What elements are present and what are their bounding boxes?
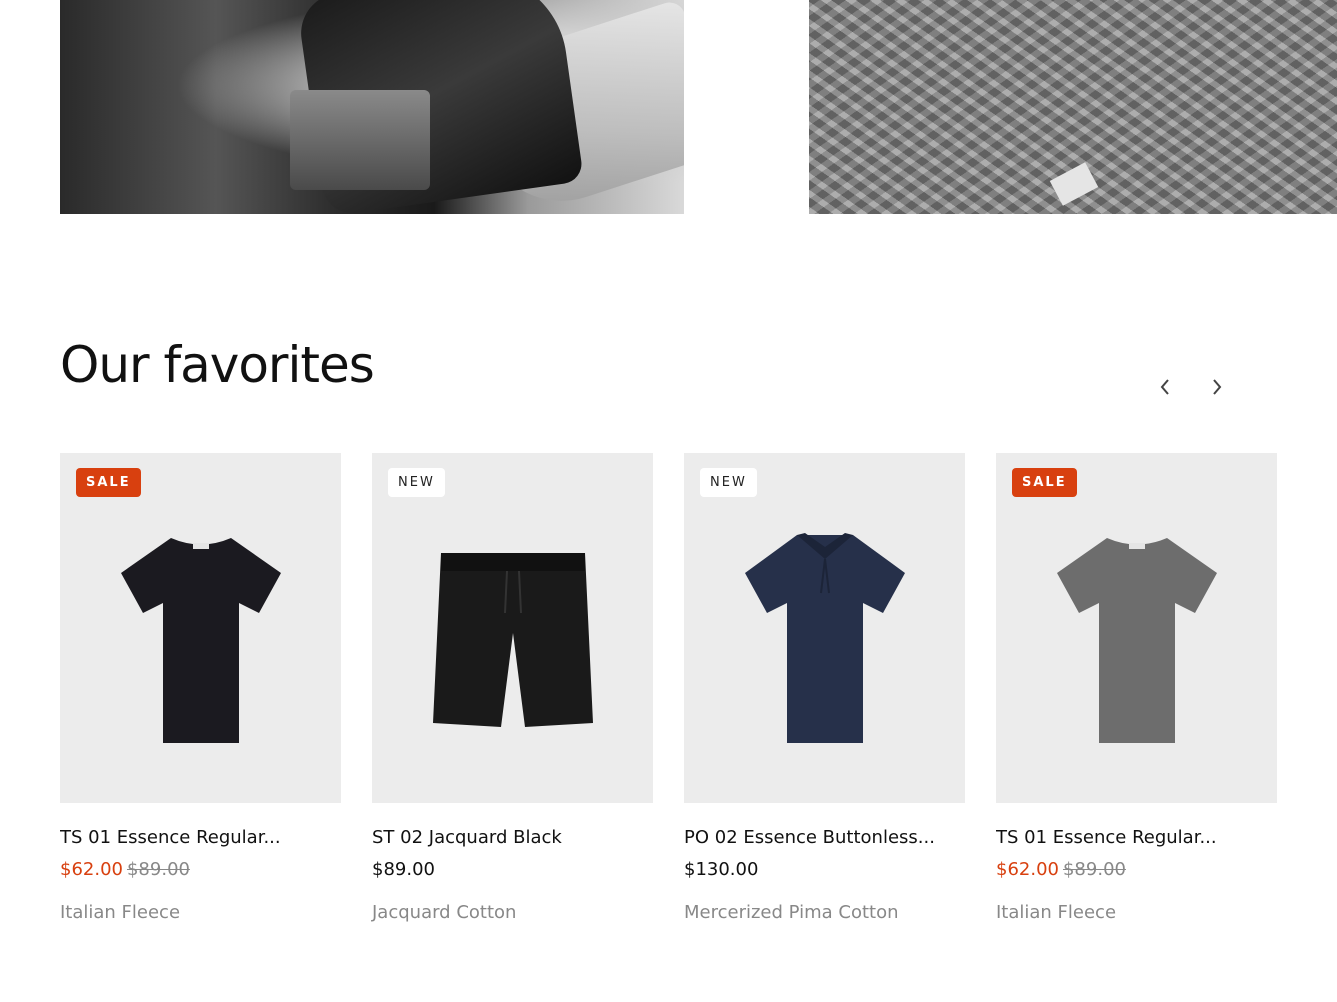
sale-price: $62.00 bbox=[996, 859, 1059, 880]
product-image[interactable]: SALE bbox=[60, 453, 341, 803]
polo-product-image bbox=[744, 533, 905, 743]
product-price: $130.00 bbox=[684, 859, 965, 883]
compare-at-price: $89.00 bbox=[126, 859, 190, 880]
shorts-product-image bbox=[432, 553, 593, 727]
product-material: Mercerized Pima Cotton bbox=[684, 902, 899, 923]
hero-fabric-label-shape bbox=[1049, 162, 1099, 206]
product-title[interactable]: ST 02 Jacquard Black bbox=[372, 827, 653, 851]
carousel-prev-button[interactable] bbox=[1152, 374, 1178, 400]
carousel-next-button[interactable] bbox=[1204, 374, 1230, 400]
sale-badge: SALE bbox=[1012, 468, 1077, 497]
page: Our favorites SALE TS 01 Essence Regular.… bbox=[0, 0, 1337, 1002]
sale-badge: SALE bbox=[76, 468, 141, 497]
regular-price: $130.00 bbox=[684, 859, 759, 880]
product-card[interactable]: SALE TS 01 Essence Regular... $62.00 $89.00… bbox=[60, 453, 341, 923]
new-badge: NEW bbox=[388, 468, 445, 497]
product-image[interactable]: SALE bbox=[996, 453, 1277, 803]
sale-price: $62.00 bbox=[60, 859, 123, 880]
product-title[interactable]: TS 01 Essence Regular... bbox=[996, 827, 1277, 851]
hero-image-knit-fabric[interactable] bbox=[809, 0, 1337, 214]
compare-at-price: $89.00 bbox=[1062, 859, 1126, 880]
hero-image-boot-craftsmanship[interactable] bbox=[60, 0, 684, 214]
product-price: $62.00 $89.00 bbox=[996, 859, 1277, 883]
chevron-left-icon bbox=[1160, 379, 1169, 395]
section-title: Our favorites bbox=[60, 336, 375, 394]
tshirt-product-image bbox=[120, 538, 281, 743]
regular-price: $89.00 bbox=[372, 859, 435, 880]
hero-machine-shape bbox=[290, 90, 430, 190]
product-material: Italian Fleece bbox=[60, 902, 181, 923]
product-title[interactable]: TS 01 Essence Regular... bbox=[60, 827, 341, 851]
product-material: Italian Fleece bbox=[996, 902, 1117, 923]
product-price: $62.00 $89.00 bbox=[60, 859, 341, 883]
product-card[interactable]: NEW ST 02 Jacquard Black $89.00 Jacquard Co… bbox=[372, 453, 653, 923]
product-image[interactable]: NEW bbox=[372, 453, 653, 803]
product-price: $89.00 bbox=[372, 859, 653, 883]
new-badge: NEW bbox=[700, 468, 757, 497]
product-title[interactable]: PO 02 Essence Buttonless... bbox=[684, 827, 965, 851]
product-material: Jacquard Cotton bbox=[372, 902, 517, 923]
chevron-right-icon bbox=[1213, 379, 1222, 395]
product-image[interactable]: NEW bbox=[684, 453, 965, 803]
tshirt-product-image bbox=[1056, 538, 1217, 743]
product-card[interactable]: SALE TS 01 Essence Regular... $62.00 $89.00… bbox=[996, 453, 1277, 923]
product-card[interactable]: NEW PO 02 Essence Buttonless... $130.00 Mer… bbox=[684, 453, 965, 923]
